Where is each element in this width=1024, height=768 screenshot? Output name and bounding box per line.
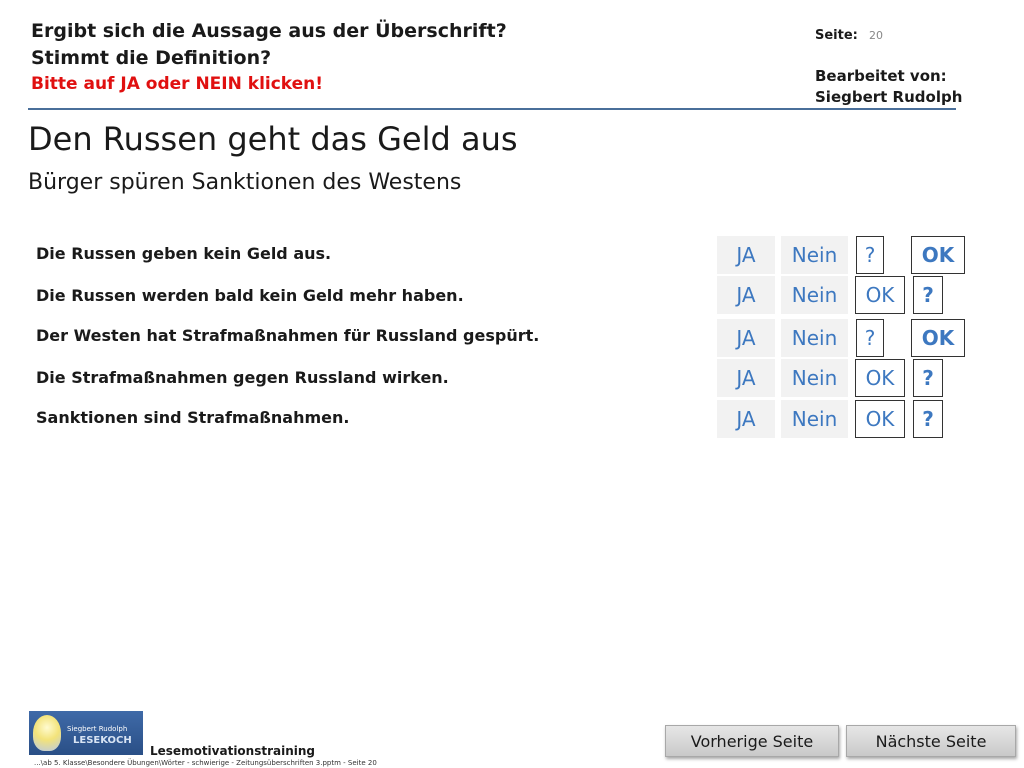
question-heading-2: Stimmt die Definition? — [31, 47, 272, 69]
lesekoch-logo: Siegbert Rudolph LESEKOCH — [29, 711, 143, 755]
question-heading-1: Ergibt sich die Aussage aus der Überschr… — [31, 20, 507, 42]
statement-4: Die Strafmaßnahmen gegen Russland wirken… — [36, 368, 449, 387]
footer-title: Lesemotivationstraining — [150, 744, 316, 758]
ja-button-2[interactable]: JA — [717, 276, 775, 314]
ja-button-4[interactable]: JA — [717, 359, 775, 397]
feedback-ok-3: OK — [911, 319, 965, 357]
instruction-text: Bitte auf JA oder NEIN klicken! — [31, 74, 324, 94]
feedback-question-3: ? — [856, 319, 884, 357]
statement-5: Sanktionen sind Strafmaßnahmen. — [36, 408, 350, 427]
footer-file-path: ...\ab 5. Klasse\Besondere Übungen\Wörte… — [34, 759, 377, 767]
nein-button-5[interactable]: Nein — [781, 400, 848, 438]
feedback-question-5: ? — [913, 400, 943, 438]
ja-button-3[interactable]: JA — [717, 319, 775, 357]
ja-button-1[interactable]: JA — [717, 236, 775, 274]
logo-author: Siegbert Rudolph — [67, 725, 128, 733]
statement-1: Die Russen geben kein Geld aus. — [36, 244, 332, 263]
page-label: Seite: — [815, 28, 858, 43]
feedback-ok-4: OK — [855, 359, 905, 397]
nein-button-2[interactable]: Nein — [781, 276, 848, 314]
article-headline: Den Russen geht das Geld aus — [28, 120, 518, 158]
feedback-question-4: ? — [913, 359, 943, 397]
article-subheadline: Bürger spüren Sanktionen des Westens — [28, 170, 462, 195]
previous-page-button[interactable]: Vorherige Seite — [665, 725, 839, 757]
statement-2: Die Russen werden bald kein Geld mehr ha… — [36, 286, 464, 305]
page-number: 20 — [869, 29, 883, 42]
next-page-button[interactable]: Nächste Seite — [846, 725, 1016, 757]
edited-by-name: Siegbert Rudolph — [815, 88, 963, 106]
lightbulb-icon — [33, 715, 61, 751]
feedback-ok-2: OK — [855, 276, 905, 314]
feedback-ok-1: OK — [911, 236, 965, 274]
nein-button-1[interactable]: Nein — [781, 236, 848, 274]
feedback-question-1: ? — [856, 236, 884, 274]
feedback-ok-5: OK — [855, 400, 905, 438]
ja-button-5[interactable]: JA — [717, 400, 775, 438]
logo-brand: LESEKOCH — [73, 735, 132, 746]
nein-button-4[interactable]: Nein — [781, 359, 848, 397]
header-divider — [28, 108, 956, 110]
statement-3: Der Westen hat Strafmaßnahmen für Russla… — [36, 326, 540, 345]
edited-by-label: Bearbeitet von: — [815, 67, 947, 85]
feedback-question-2: ? — [913, 276, 943, 314]
nein-button-3[interactable]: Nein — [781, 319, 848, 357]
